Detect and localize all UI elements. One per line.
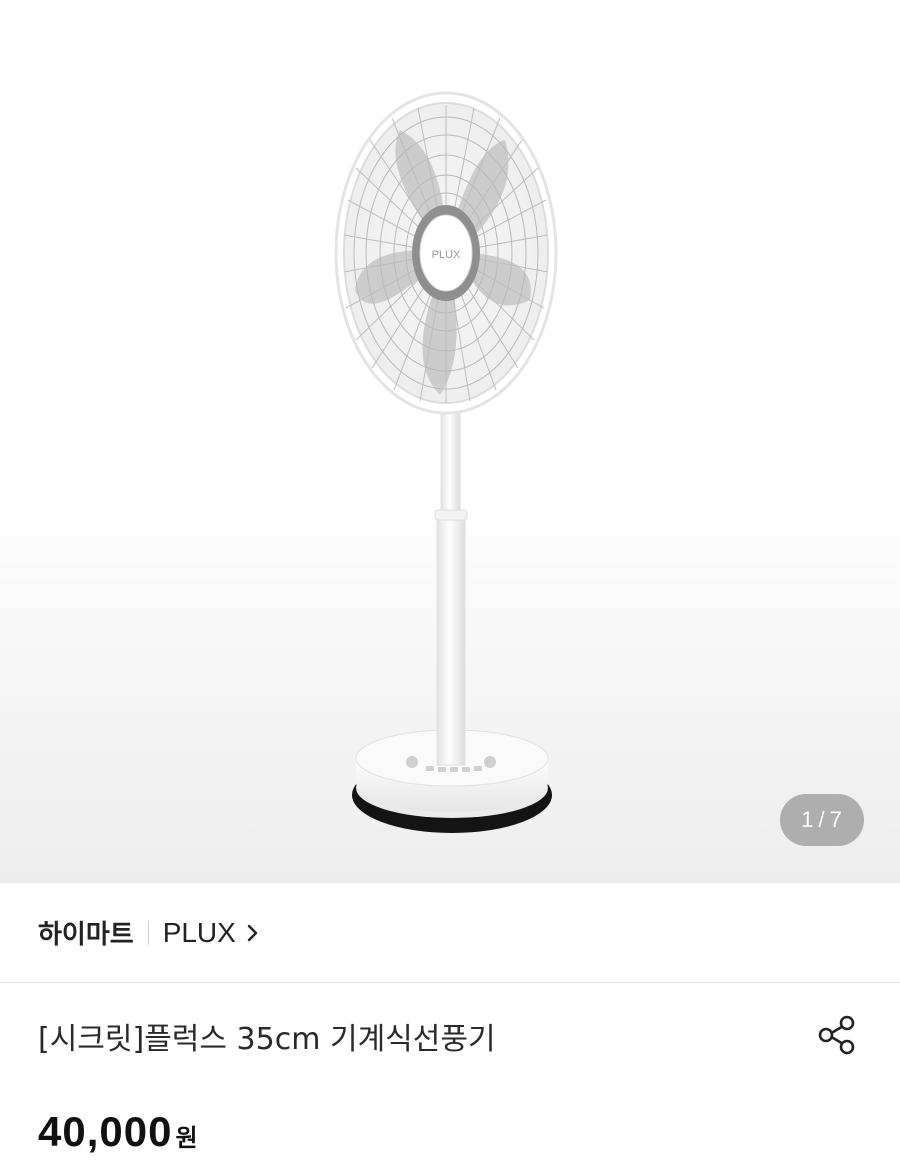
store-divider [147, 920, 149, 945]
share-icon[interactable] [814, 1012, 860, 1058]
brand-name: PLUX [162, 916, 236, 948]
image-counter-badge: 1 / 7 [780, 794, 864, 846]
brand-link[interactable]: PLUX [163, 917, 260, 949]
chevron-right-icon [247, 924, 258, 941]
product-image-gallery[interactable]: PLUX 1 / 7 [0, 0, 900, 883]
image-counter-total: 7 [829, 807, 843, 832]
product-title-row: [시크릿]플럭스 35cm 기계식선풍기 [0, 984, 900, 1088]
store-name[interactable]: 하이마트 [38, 914, 134, 951]
product-title: [시크릿]플럭스 35cm 기계식선풍기 [38, 1022, 496, 1057]
price-unit: 원 [175, 1124, 198, 1152]
image-counter-separator: / [818, 807, 826, 832]
product-logo-text: PLUX [432, 249, 461, 261]
store-brand-row: 하이마트 PLUX [0, 883, 900, 983]
product-detail-page: PLUX 1 / 7 하이마트 PLUX [시크릿]플럭스 35cm 기계식선풍… [0, 0, 900, 1164]
product-image: PLUX [334, 91, 558, 833]
price-row: 40,000 원 [38, 1108, 198, 1156]
image-counter-current: 1 [801, 807, 815, 832]
price-value: 40,000 [38, 1108, 173, 1155]
